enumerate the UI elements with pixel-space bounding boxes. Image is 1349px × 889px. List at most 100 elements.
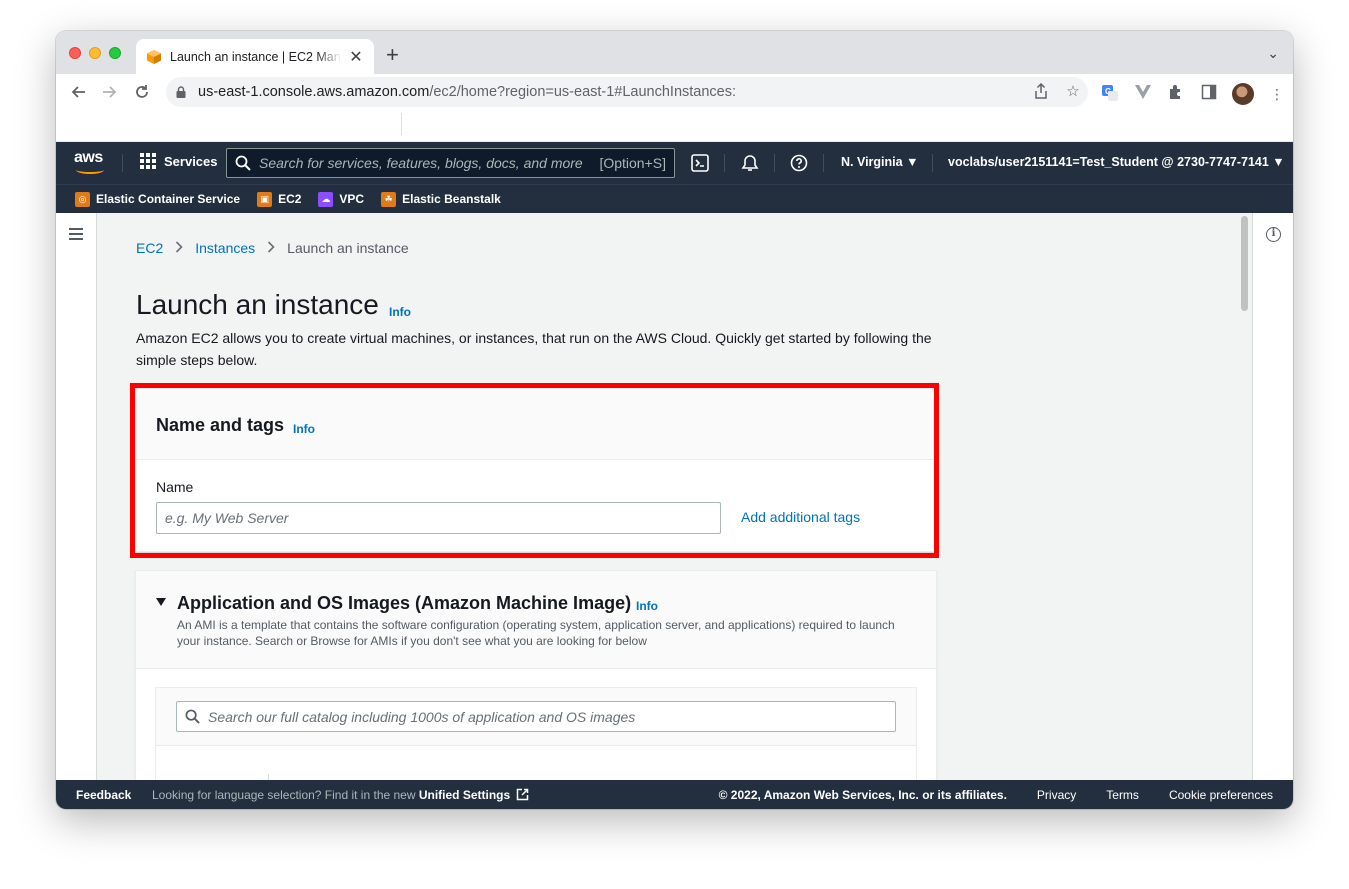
ecs-service-icon: ◎	[75, 191, 90, 207]
copyright-text: © 2022, Amazon Web Services, Inc. or its…	[718, 788, 1007, 802]
favorite-ec2[interactable]: ▣ EC2	[257, 191, 302, 207]
header-divider	[932, 154, 933, 172]
browser-window: Launch an instance | EC2 Management Cons…	[56, 31, 1293, 809]
tab-close-icon[interactable]: ✕	[348, 47, 364, 67]
panel-header: Name and tags Info	[136, 389, 936, 460]
extensions-puzzle-icon[interactable]	[1166, 84, 1186, 104]
page-title: Launch an instance	[136, 289, 379, 320]
new-tab-icon[interactable]: +	[386, 44, 399, 66]
language-notice: Looking for language selection? Find it …	[152, 788, 529, 802]
privacy-link[interactable]: Privacy	[1037, 788, 1076, 802]
side-navigation-rail	[56, 213, 97, 780]
aws-cube-icon	[147, 49, 161, 64]
bookmark-bar-cursor-mark	[401, 113, 402, 135]
services-label: Services	[164, 153, 218, 169]
reload-icon[interactable]	[130, 80, 154, 104]
favorites-bar: ◎ Elastic Container Service ▣ EC2 ☁ VPC …	[56, 184, 1293, 213]
chevron-right-icon	[267, 240, 275, 256]
search-icon	[235, 155, 251, 171]
name-and-tags-title: Name and tags	[156, 415, 285, 435]
favorite-label: Elastic Beanstalk	[402, 192, 501, 206]
address-bar[interactable]: us-east-1.console.aws.amazon.com/ec2/hom…	[166, 77, 1088, 107]
tab-title: Launch an instance | EC2 Management Cons…	[170, 49, 342, 64]
url-host: us-east-1.console.aws.amazon.com	[198, 84, 430, 100]
ami-description: An AMI is a template that contains the s…	[177, 618, 895, 648]
url-text: us-east-1.console.aws.amazon.com/ec2/hom…	[198, 84, 736, 100]
breadcrumb: EC2 Instances Launch an instance	[136, 240, 409, 256]
favorite-vpc[interactable]: ☁ VPC	[318, 191, 365, 207]
console-footer: Feedback Looking for language selection?…	[56, 780, 1293, 809]
breadcrumb-ec2-link[interactable]: EC2	[136, 240, 163, 256]
name-and-tags-panel: Name and tags Info Name Add additional t…	[135, 388, 937, 552]
page-description: Amazon EC2 allows you to create virtual …	[136, 330, 932, 368]
share-icon[interactable]	[1032, 82, 1050, 101]
header-divider	[823, 154, 824, 172]
forward-arrow-icon[interactable]	[98, 80, 122, 104]
feedback-link[interactable]: Feedback	[76, 788, 131, 802]
ami-info-link[interactable]: Info	[636, 599, 658, 613]
side-panel-icon[interactable]	[1199, 84, 1219, 104]
account-menu[interactable]: voclabs/user2151141=Test_Student @ 2730-…	[948, 155, 1285, 169]
bookmark-star-icon[interactable]: ☆	[1064, 83, 1082, 101]
back-arrow-icon[interactable]	[66, 80, 90, 104]
page-scrollbar[interactable]	[1241, 216, 1248, 311]
notifications-bell-icon[interactable]	[739, 152, 761, 174]
help-question-icon[interactable]	[788, 152, 810, 174]
favorite-label: VPC	[339, 192, 365, 206]
services-menu-button[interactable]: Services	[140, 153, 218, 169]
info-circle-icon[interactable]: i	[1266, 227, 1281, 242]
maximize-window-button[interactable]	[109, 47, 121, 59]
favorite-label: Elastic Container Service	[96, 192, 241, 206]
add-additional-tags-link[interactable]: Add additional tags	[741, 509, 860, 525]
favorite-label: EC2	[278, 192, 302, 206]
header-divider	[122, 154, 123, 172]
unified-settings-link[interactable]: Unified Settings	[419, 788, 510, 802]
cookie-preferences-link[interactable]: Cookie preferences	[1169, 788, 1273, 802]
url-path: /ec2/home?region=us-east-1#LaunchInstanc…	[429, 84, 737, 100]
cloudshell-icon[interactable]	[689, 152, 711, 174]
tab-search-chevron-icon[interactable]: ⌄	[1267, 45, 1279, 62]
aws-global-search-input[interactable]: Search for services, features, blogs, do…	[226, 148, 675, 178]
instance-name-input[interactable]	[156, 502, 721, 534]
translate-extension-icon[interactable]: G	[1100, 84, 1120, 104]
favorite-elastic-beanstalk[interactable]: ☘ Elastic Beanstalk	[381, 191, 501, 207]
profile-avatar[interactable]	[1232, 83, 1254, 105]
chevron-right-icon	[175, 240, 183, 256]
lock-icon	[176, 86, 186, 98]
region-selector[interactable]: N. Virginia ▼	[841, 155, 918, 169]
caret-down-icon[interactable]	[156, 598, 166, 606]
aws-logo[interactable]: aws	[74, 150, 108, 176]
panel-header: Application and OS Images (Amazon Machin…	[136, 571, 936, 669]
hamburger-menu-icon[interactable]	[69, 228, 83, 240]
terms-link[interactable]: Terms	[1106, 788, 1139, 802]
browser-tab-active[interactable]: Launch an instance | EC2 Management Cons…	[136, 39, 374, 74]
beanstalk-service-icon: ☘	[381, 191, 397, 207]
breadcrumb-instances-link[interactable]: Instances	[195, 240, 255, 256]
name-field-label: Name	[156, 479, 194, 495]
favorite-elastic-container-service[interactable]: ◎ Elastic Container Service	[75, 191, 241, 207]
ec2-service-icon: ▣	[257, 191, 273, 207]
vue-devtools-extension-icon[interactable]	[1133, 84, 1153, 104]
main-content: EC2 Instances Launch an instance Launch …	[56, 213, 1293, 780]
minimize-window-button[interactable]	[89, 47, 101, 59]
ami-search-input[interactable]: Search our full catalog including 1000s …	[176, 701, 896, 732]
application-os-images-panel: Application and OS Images (Amazon Machin…	[135, 570, 937, 780]
aws-search-placeholder: Search for services, features, blogs, do…	[259, 155, 583, 171]
ami-panel-title[interactable]: Application and OS Images (Amazon Machin…	[177, 593, 631, 614]
vpc-service-icon: ☁	[318, 191, 334, 207]
services-grid-icon	[140, 153, 156, 169]
browser-menu-icon[interactable]: ⋮	[1267, 84, 1287, 104]
header-divider	[774, 154, 775, 172]
aws-console-header: aws Services Search for services, featur…	[56, 142, 1293, 184]
aws-logo-text: aws	[74, 149, 103, 166]
breadcrumb-current: Launch an instance	[287, 240, 409, 256]
ami-results-area	[156, 745, 916, 780]
page-info-link[interactable]: Info	[389, 305, 411, 319]
footer-links: © 2022, Amazon Web Services, Inc. or its…	[719, 788, 1273, 802]
ami-search-placeholder: Search our full catalog including 1000s …	[208, 708, 636, 725]
external-link-icon	[516, 788, 528, 801]
ami-search-container: Search our full catalog including 1000s …	[155, 687, 917, 780]
header-divider	[724, 154, 725, 172]
name-and-tags-info-link[interactable]: Info	[293, 422, 315, 436]
close-window-button[interactable]	[69, 47, 81, 59]
